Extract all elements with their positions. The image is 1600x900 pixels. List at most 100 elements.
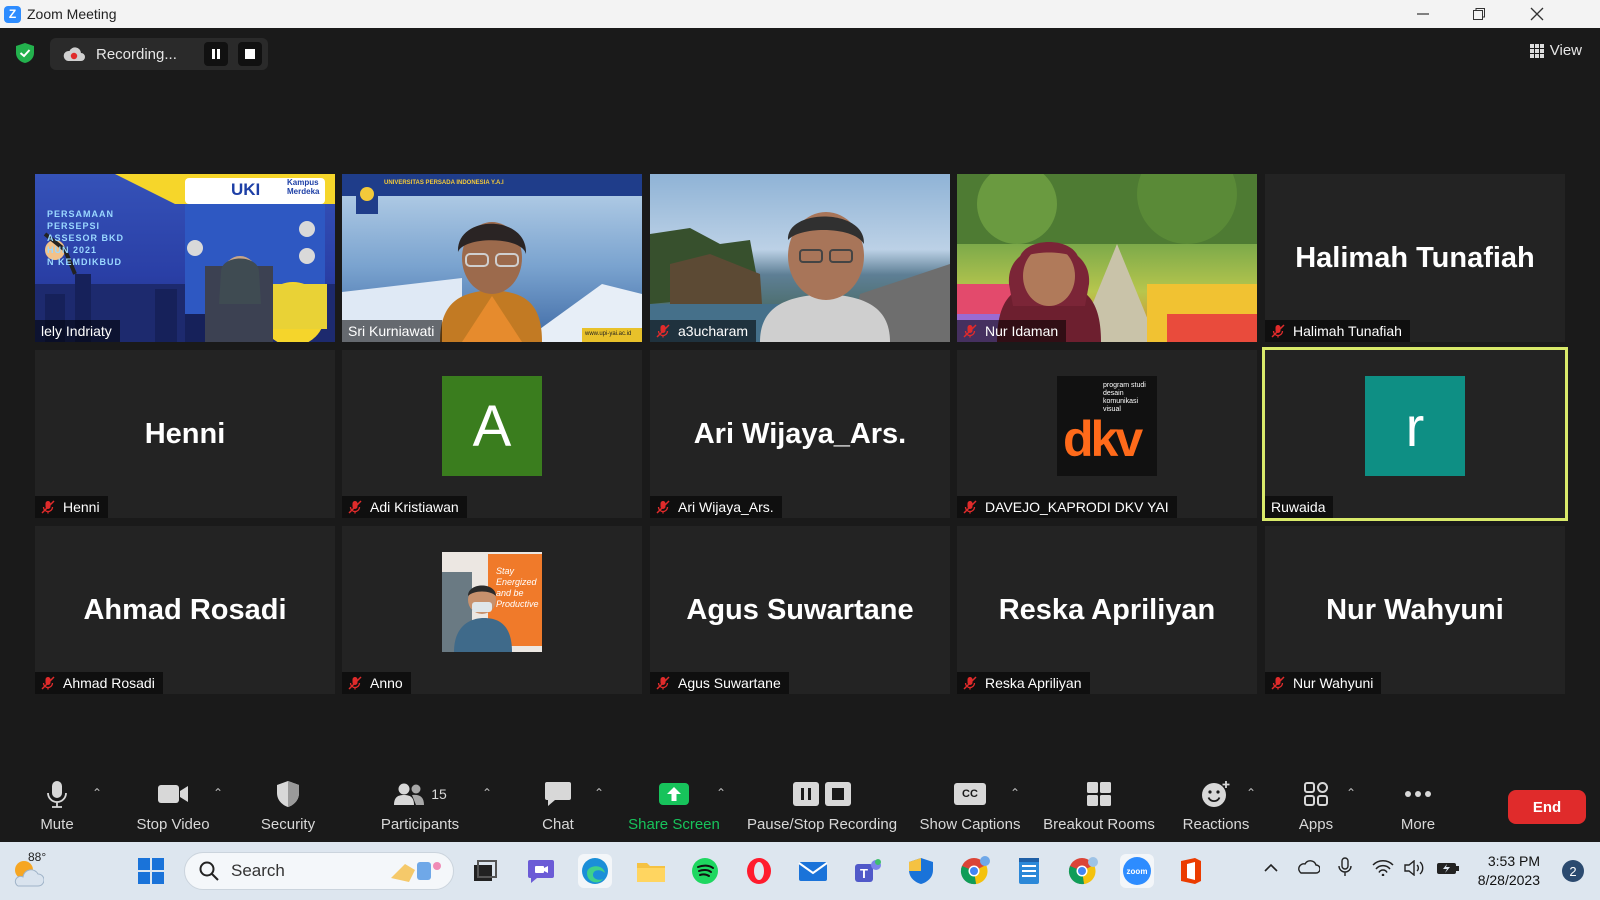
task-view-button[interactable] (468, 854, 502, 888)
microphone-tray[interactable] (1338, 857, 1352, 880)
speaker-volume-icon (1404, 859, 1424, 877)
file-explorer-app[interactable] (634, 854, 668, 888)
video-options-caret[interactable]: ⌃ (213, 786, 223, 800)
muted-mic-icon (41, 500, 55, 514)
more-dots-icon (1405, 791, 1431, 797)
participant-tile[interactable]: Ahmad Rosadi Ahmad Rosadi (35, 526, 335, 694)
windows-security-app[interactable] (904, 854, 938, 888)
participant-tile[interactable]: UNIVERSITAS PERSADA INDONESIA Y.A.I www.… (342, 174, 642, 342)
participant-tile[interactable]: Ari Wijaya_Ars. Ari Wijaya_Ars. (650, 350, 950, 518)
participant-name: Nur Wahyuni (1293, 675, 1374, 691)
show-hidden-icons[interactable] (1264, 860, 1278, 876)
reactions-options-caret[interactable]: ⌃ (1246, 786, 1256, 800)
microsoft-teams-app[interactable]: T (850, 854, 884, 888)
participant-video (650, 174, 950, 342)
restore-button[interactable] (1456, 0, 1502, 28)
chrome-profile-app[interactable] (1066, 854, 1100, 888)
participant-tile[interactable]: A Adi Kristiawan (342, 350, 642, 518)
edge-browser-app[interactable] (578, 854, 612, 888)
participants-options-caret[interactable]: ⌃ (482, 786, 492, 800)
chrome-icon (960, 856, 990, 885)
teams-chat-app[interactable] (524, 854, 558, 888)
title-bar: Z Zoom Meeting (0, 0, 1600, 28)
more-button[interactable]: More (1398, 770, 1438, 842)
spotify-app[interactable] (688, 854, 722, 888)
taskbar-search-box[interactable]: Search (184, 852, 454, 890)
participant-tile[interactable]: Nur Idaman (957, 174, 1257, 342)
participant-tile[interactable]: program studi desain komunikasi visual d… (957, 350, 1257, 518)
muted-mic-icon (656, 676, 670, 690)
office-app[interactable] (1174, 854, 1208, 888)
tray-microphone-icon (1338, 857, 1352, 876)
mail-app[interactable] (796, 854, 830, 888)
captions-options-caret[interactable]: ⌃ (1010, 786, 1020, 800)
participant-tile[interactable]: Halimah Tunafiah Halimah Tunafiah (1265, 174, 1565, 342)
breakout-rooms-button[interactable]: Breakout Rooms (1040, 770, 1158, 842)
participant-tile[interactable]: Agus Suwartane Agus Suwartane (650, 526, 950, 694)
participant-name: Ari Wijaya_Ars. (678, 499, 774, 515)
participant-tile[interactable]: a3ucharam (650, 174, 950, 342)
participant-tile[interactable]: Stay Energized and be Productive Anno (342, 526, 642, 694)
participant-tile[interactable]: Nur Wahyuni Nur Wahyuni (1265, 526, 1565, 694)
wifi-tray[interactable] (1372, 860, 1394, 879)
recording-indicator: Recording... (50, 38, 268, 70)
participant-tile-active-speaker[interactable]: r Ruwaida (1262, 347, 1568, 521)
edge-browser-icon (582, 858, 608, 884)
participant-name-label: DAVEJO_KAPRODI DKV YAI (957, 496, 1177, 518)
video-camera-icon (158, 785, 188, 803)
start-button[interactable] (134, 854, 168, 888)
zoom-taskbar-icon: zoom (1123, 857, 1151, 885)
notification-badge[interactable]: 2 (1562, 860, 1584, 882)
participants-button[interactable]: 15 Participants (376, 770, 464, 842)
notepad-app[interactable] (1012, 854, 1046, 888)
participant-name: DAVEJO_KAPRODI DKV YAI (985, 499, 1169, 515)
reactions-button[interactable]: Reactions (1180, 770, 1252, 842)
participant-name: Ruwaida (1271, 499, 1326, 515)
encryption-shield-icon[interactable] (14, 42, 36, 64)
minimize-button[interactable] (1400, 0, 1446, 28)
security-shield-icon (277, 781, 299, 807)
share-options-caret[interactable]: ⌃ (716, 786, 726, 800)
mute-button[interactable]: Mute (36, 770, 78, 842)
onedrive-tray[interactable] (1296, 860, 1321, 877)
taskbar-clock[interactable]: 3:53 PM 8/28/2023 (1478, 852, 1540, 890)
wifi-icon (1372, 860, 1394, 877)
end-meeting-button[interactable]: End (1508, 790, 1586, 824)
apps-button[interactable]: Apps (1296, 770, 1336, 842)
temperature: 88° (28, 850, 47, 864)
participant-display-name: Ari Wijaya_Ars. (693, 417, 907, 450)
battery-tray[interactable] (1436, 860, 1460, 879)
stop-video-button[interactable]: Stop Video (130, 770, 216, 842)
chat-options-caret[interactable]: ⌃ (594, 786, 604, 800)
muted-mic-icon (1271, 324, 1285, 338)
participant-tile[interactable]: UKI Kampus Merdeka PERSAMAAN PERSEPSI AS… (35, 174, 335, 342)
security-button[interactable]: Security (258, 770, 318, 842)
participant-name-label: Nur Idaman (957, 320, 1067, 342)
participant-name-label: Nur Wahyuni (1265, 672, 1382, 694)
microphone-icon (47, 781, 67, 808)
apps-options-caret[interactable]: ⌃ (1346, 786, 1356, 800)
view-button[interactable]: View (1529, 42, 1582, 59)
show-captions-button[interactable]: CC Show Captions (918, 770, 1022, 842)
search-highlight-illustration-icon (391, 862, 441, 882)
stop-recording-button[interactable] (238, 42, 262, 66)
opera-browser-app[interactable] (742, 854, 776, 888)
university-url-text: www.upi-yai.ac.id (585, 331, 632, 337)
chrome-app[interactable] (958, 854, 992, 888)
share-screen-button[interactable]: Share Screen (628, 770, 720, 842)
mail-envelope-icon (798, 862, 828, 881)
participant-video: UNIVERSITAS PERSADA INDONESIA Y.A.I www.… (342, 174, 642, 342)
audio-options-caret[interactable]: ⌃ (92, 786, 102, 800)
participant-tile[interactable]: Reska Apriliyan Reska Apriliyan (957, 526, 1257, 694)
close-button[interactable] (1514, 0, 1560, 28)
participant-tile[interactable]: Henni Henni (35, 350, 335, 518)
weather-widget[interactable]: 88° (10, 850, 54, 890)
notepad-icon (1019, 858, 1039, 884)
volume-tray[interactable] (1404, 859, 1426, 879)
pause-stop-recording-button[interactable]: Pause/Stop Recording (744, 770, 900, 842)
participant-display-name: Halimah Tunafiah (1295, 241, 1535, 274)
zoom-app[interactable]: zoom (1120, 854, 1154, 888)
chat-button[interactable]: Chat (538, 770, 578, 842)
pause-stop-recording-icon (793, 782, 851, 806)
pause-recording-button[interactable] (204, 42, 228, 66)
